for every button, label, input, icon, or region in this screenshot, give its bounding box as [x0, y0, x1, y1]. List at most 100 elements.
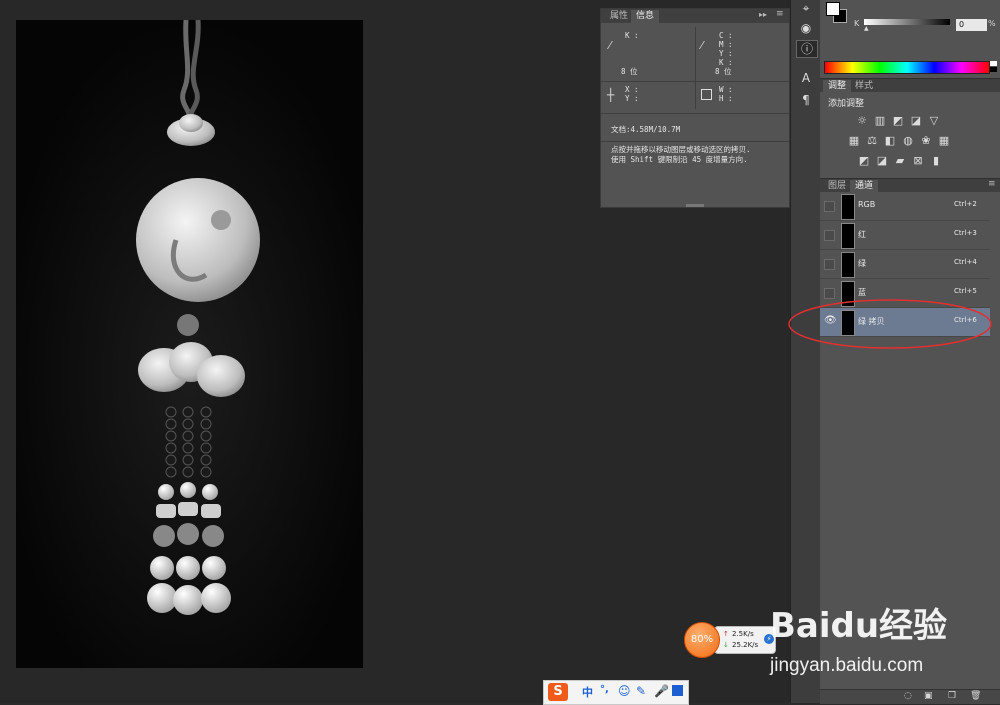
k-slider-label: K — [854, 19, 860, 28]
tab-styles[interactable]: 样式 — [850, 80, 878, 93]
x-label: X : — [625, 85, 639, 94]
info-icon[interactable]: ⓘ — [796, 40, 818, 58]
adjust-heading: 添加调整 — [828, 99, 865, 109]
panel-menu-icon[interactable]: ≡ — [776, 9, 784, 19]
k-value-input[interactable]: 0 — [956, 19, 987, 31]
curves-icon[interactable]: ◩ — [892, 115, 904, 126]
info-panel: 属性 信息 ▸▸ ≡ ⁄ K : 8 位 ⁄ C : M : Y : K : 8… — [600, 8, 790, 208]
history-icon[interactable]: ⌖ — [796, 0, 816, 16]
hue-saturation-icon[interactable]: ▦ — [848, 135, 860, 146]
channel-shortcut: Ctrl+5 — [954, 287, 977, 295]
crosshair-icon: ┼ — [607, 88, 615, 102]
channel-shortcut: Ctrl+3 — [954, 229, 977, 237]
k-unit: % — [988, 19, 996, 28]
black-white-icon[interactable]: ◧ — [884, 135, 896, 146]
collapse-icon[interactable]: ▸▸ — [759, 10, 767, 19]
memory-percent-badge[interactable]: 80% — [684, 622, 720, 658]
watermark-url: jingyan.baidu.com — [770, 655, 924, 676]
watermark: Baidu经验 — [770, 598, 998, 658]
c-label: C : — [719, 31, 733, 40]
channels-menu-icon[interactable]: ≡ — [988, 179, 996, 189]
handwriting-icon[interactable]: ✎ — [636, 684, 646, 698]
annotation-ellipse — [788, 299, 992, 349]
levels-icon[interactable]: ▥ — [874, 115, 886, 126]
channel-row[interactable]: 红 Ctrl+3 — [820, 221, 990, 250]
color-lookup-icon[interactable]: ▦ — [938, 135, 950, 146]
channel-mixer-icon[interactable]: ❀ — [920, 135, 932, 146]
k-slider[interactable] — [864, 19, 950, 25]
save-selection-icon[interactable]: ▣ — [924, 691, 933, 701]
channel-row[interactable]: 绿 Ctrl+4 — [820, 250, 990, 279]
download-arrow-icon: ↓ — [723, 641, 729, 649]
channel-name: RGB — [858, 200, 876, 209]
visibility-toggle[interactable] — [824, 259, 835, 270]
document-canvas[interactable]: 属性 信息 ▸▸ ≡ ⁄ K : 8 位 ⁄ C : M : Y : K : 8… — [0, 0, 790, 703]
upload-speed: 2.5K/s — [732, 630, 754, 638]
load-selection-icon[interactable]: ◌ — [904, 691, 912, 701]
character-icon[interactable]: A — [796, 70, 816, 86]
m-label: M : — [719, 40, 733, 49]
visibility-toggle[interactable] — [824, 230, 835, 241]
adjust-tabbar: 调整 样式 — [820, 79, 1000, 93]
resize-handle[interactable] — [686, 204, 704, 207]
download-speed: 25.2K/s — [732, 641, 759, 649]
ramp-black[interactable] — [990, 67, 997, 72]
invert-icon[interactable]: ◩ — [858, 155, 870, 166]
eyedropper-icon-cmyk: ⁄ — [701, 39, 703, 52]
new-channel-icon[interactable]: ❐ — [948, 691, 956, 701]
channels-footer: ◌ ▣ ❐ 🗑 — [820, 689, 1000, 704]
bits-left: 8 位 — [621, 67, 638, 76]
channel-shortcut: Ctrl+4 — [954, 258, 977, 266]
channel-thumbnail — [841, 223, 855, 249]
sogou-logo-icon[interactable]: S — [548, 683, 568, 701]
emoji-icon[interactable]: ☺ — [618, 684, 631, 698]
slider-thumb[interactable]: ▲ — [864, 25, 869, 32]
paragraph-icon[interactable]: ¶ — [796, 92, 816, 108]
channel-row[interactable]: RGB Ctrl+2 — [820, 192, 990, 221]
gradient-map-icon[interactable]: ▮ — [930, 155, 942, 166]
h-label: H : — [719, 94, 733, 103]
network-monitor[interactable]: ↑ 2.5K/s ↓ 25.2K/s 80% ⚡ — [684, 622, 784, 658]
channel-name: 红 — [858, 230, 866, 239]
y-coord-label: Y : — [625, 94, 639, 103]
punctuation-toggle[interactable]: °, — [600, 684, 609, 695]
posterize-icon[interactable]: ◪ — [876, 155, 888, 166]
threshold-icon[interactable]: ▰ — [894, 155, 906, 166]
adjustments-panel: 调整 样式 添加调整 ☼ ▥ ◩ ◪ ▽ ▦ ⚖ ◧ ◍ ❀ ▦ ◩ ◪ ▰ ⊠… — [820, 78, 1000, 177]
jade-pendant-image — [16, 20, 363, 668]
w-label: W : — [719, 85, 733, 94]
ramp-white[interactable] — [990, 61, 997, 66]
watermark-brand: Baidu经验 — [770, 606, 948, 646]
photo-filter-icon[interactable]: ◍ — [902, 135, 914, 146]
color-ramp[interactable] — [824, 61, 990, 74]
color-balance-icon[interactable]: ⚖ — [866, 135, 878, 146]
navigator-icon[interactable]: ◉ — [796, 20, 816, 36]
document-image[interactable] — [16, 20, 363, 668]
brightness-icon[interactable]: ☼ — [856, 115, 868, 126]
channel-name: 绿 — [858, 259, 866, 268]
upload-arrow-icon: ↑ — [723, 630, 729, 638]
selective-color-icon[interactable]: ⊠ — [912, 155, 924, 166]
input-mode-toggle[interactable]: 中 — [582, 684, 593, 700]
info-panel-tabbar: 属性 信息 ▸▸ ≡ — [601, 9, 789, 23]
channel-shortcut: Ctrl+2 — [954, 200, 977, 208]
voice-icon[interactable]: 🎤 — [654, 684, 669, 698]
selection-size-icon — [701, 89, 712, 100]
exposure-icon[interactable]: ◪ — [910, 115, 922, 126]
trash-icon[interactable]: 🗑 — [970, 691, 981, 701]
channel-thumbnail — [841, 194, 855, 220]
tab-info[interactable]: 信息 — [631, 10, 660, 23]
bits-right: 8 位 — [715, 67, 732, 76]
eyedropper-icon: ⁄ — [609, 39, 611, 52]
hint-line-2: 使用 Shift 键限制沿 45 度增量方向. — [611, 155, 748, 164]
color-panel: K ▲ 0 % — [820, 0, 1000, 78]
toolbox-icon[interactable] — [672, 685, 683, 696]
tab-adjustments[interactable]: 调整 — [823, 80, 852, 93]
vibrance-icon[interactable]: ▽ — [928, 115, 940, 126]
tab-properties[interactable]: 属性 — [605, 10, 633, 23]
ime-toolbar: S 中 °, ☺ ✎ 🎤 — [543, 680, 689, 705]
visibility-toggle[interactable] — [824, 201, 835, 212]
k-label: K : — [625, 31, 639, 40]
channel-thumbnail — [841, 252, 855, 278]
y-label: Y : — [719, 49, 733, 58]
